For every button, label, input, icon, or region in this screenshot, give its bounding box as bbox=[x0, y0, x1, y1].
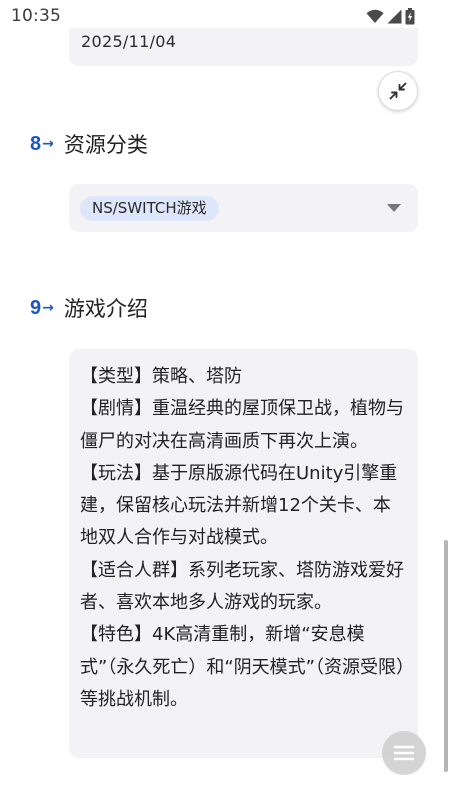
date-value: 2025/11/04 bbox=[81, 32, 177, 51]
dropdown-caret-icon[interactable] bbox=[387, 204, 401, 212]
menu-button[interactable] bbox=[382, 731, 426, 775]
arrow-right-icon: → bbox=[42, 136, 54, 152]
collapse-icon bbox=[389, 82, 407, 100]
status-time: 10:35 bbox=[11, 6, 61, 26]
selected-category-chip[interactable]: NS/SWITCH游戏 bbox=[80, 196, 219, 221]
status-icons bbox=[366, 7, 415, 25]
section-number: 9 bbox=[30, 296, 42, 319]
section-header-intro: 9 → 游戏介绍 bbox=[30, 293, 148, 323]
section-number: 8 bbox=[30, 132, 42, 155]
category-select[interactable]: NS/SWITCH游戏 bbox=[69, 184, 418, 232]
menu-icon bbox=[393, 745, 415, 761]
game-intro-text: 【类型】策略、塔防 【剧情】重温经典的屋顶保卫战，植物与僵尸的对决在高清画质下再… bbox=[80, 366, 405, 710]
wifi-icon bbox=[366, 9, 384, 23]
section-title: 游戏介绍 bbox=[63, 297, 148, 321]
collapse-button[interactable] bbox=[378, 71, 418, 111]
scrollbar-thumb[interactable] bbox=[444, 540, 448, 772]
game-intro-textarea[interactable]: 【类型】策略、塔防 【剧情】重温经典的屋顶保卫战，植物与僵尸的对决在高清画质下再… bbox=[69, 349, 418, 758]
arrow-right-icon: → bbox=[42, 300, 54, 316]
section-header-category: 8 → 资源分类 bbox=[30, 129, 148, 159]
date-field[interactable]: 2025/11/04 bbox=[69, 28, 418, 66]
signal-icon bbox=[387, 9, 402, 23]
section-title: 资源分类 bbox=[63, 133, 148, 157]
battery-icon bbox=[405, 7, 415, 24]
